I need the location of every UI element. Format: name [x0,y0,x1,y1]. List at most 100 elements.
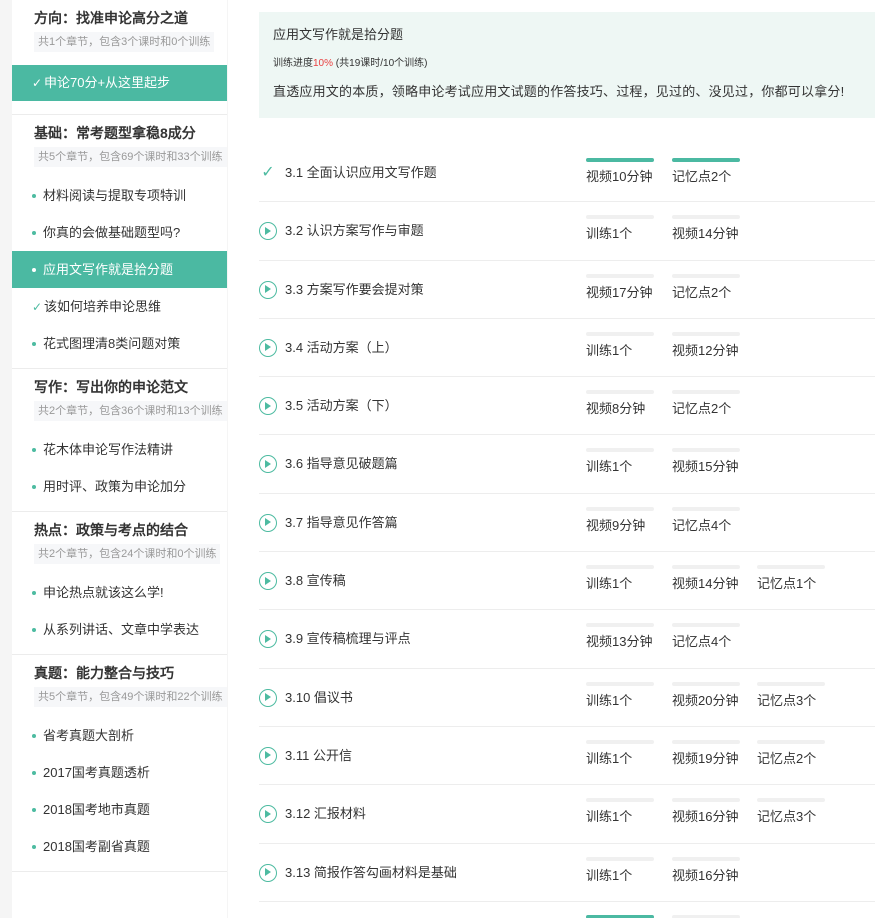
sidebar-section: 热点：政策与考点的结合 共2个章节，包含24个课时和0个训练 申论热点就该这么学! 从… [12,512,227,655]
sidebar-item[interactable]: 材料阅读与提取专项特训 [12,177,227,214]
lesson-row[interactable]: 3.2 认识方案写作与审题 训练1个 视频14分钟 [259,202,875,261]
play-icon[interactable] [259,513,277,532]
sidebar-item[interactable]: ✓ 申论70分+从这里起步 [12,65,227,101]
lesson-row[interactable] [259,902,875,918]
lesson-row[interactable]: 3.4 活动方案（上） 训练1个 视频12分钟 [259,319,875,378]
tag-progress-bar [672,798,740,803]
sidebar-item[interactable]: 花木体申论写作法精讲 [12,431,227,468]
sidebar-item[interactable]: 从系列讲话、文章中学表达 [12,611,227,648]
tag-label: 记忆点2个 [672,401,732,417]
lesson-tag: 记忆点2个 [672,390,740,418]
lesson-tag: 视频12分钟 [672,331,740,360]
sidebar-item[interactable]: 2018国考地市真题 [12,791,227,828]
lesson-title[interactable]: 3.9 宣传稿梳理与评点 [285,630,411,648]
lesson-tag: 记忆点3个 [757,681,825,710]
lesson-tag: 记忆点4个 [672,623,740,651]
tag-label: 训练1个 [586,867,633,883]
sidebar-item[interactable]: 2017国考真题透析 [12,754,227,791]
lesson-title[interactable]: 3.5 活动方案（下） [285,397,398,415]
lesson-tag: 训练1个 [586,681,654,710]
sidebar-item[interactable]: 用时评、政策为申论加分 [12,468,227,505]
tag-progress-bar [757,565,825,570]
lesson-row[interactable]: 3.5 活动方案（下） 视频8分钟 记忆点2个 [259,377,875,436]
lesson-title[interactable]: 3.13 简报作答勾画材料是基础 [285,864,457,882]
play-icon[interactable] [259,222,277,241]
tag-progress-bar [757,739,825,744]
lesson-row[interactable]: 3.10 倡议书 训练1个 视频20分钟 记忆点3个 [259,669,875,727]
play-icon[interactable] [259,863,277,882]
tag-label: 视频8分钟 [586,401,646,417]
lesson-tag: 训练1个 [586,739,654,768]
sidebar-item[interactable]: 申论热点就该这么学! [12,574,227,611]
tag-progress-bar [672,331,740,336]
tag-progress-bar [757,798,825,803]
play-icon[interactable] [259,572,277,591]
tag-progress-bar [586,331,654,336]
lesson-tag: 记忆点1个 [757,565,825,593]
sidebar-item[interactable]: 2018国考副省真题 [12,828,227,865]
lesson-row[interactable]: ✓ 3.1 全面认识应用文写作题 视频10分钟 记忆点2个 [259,144,875,203]
lesson-title[interactable]: 3.3 方案写作要会提对策 [285,281,424,299]
tag-progress-bar [672,565,740,570]
lesson-row[interactable]: 3.8 宣传稿 训练1个 视频14分钟 记忆点1个 [259,552,875,611]
sidebar-item[interactable]: 应用文写作就是拾分题 [12,251,227,288]
sidebar-section: 写作：写出你的申论范文 共2个章节，包含36个课时和13个训练 花木体申论写作法精讲… [12,369,227,512]
play-icon[interactable] [259,746,277,765]
sidebar-item-label: 申论70分+从这里起步 [44,75,171,90]
lesson-title[interactable]: 3.4 活动方案（上） [285,339,398,357]
lesson-title[interactable]: 3.1 全面认识应用文写作题 [285,164,437,182]
lesson-tag: 视频15分钟 [672,448,740,476]
lesson-tag: 视频16分钟 [672,856,740,885]
tag-label: 视频16分钟 [672,809,739,825]
tag-progress-fill [672,158,740,162]
lesson-title[interactable]: 3.8 宣传稿 [285,572,346,590]
sidebar-item[interactable]: 省考真题大剖析 [12,717,227,754]
lesson-row[interactable]: 3.6 指导意见破题篇 训练1个 视频15分钟 [259,435,875,494]
sidebar-section: 基础：常考题型拿稳8成分 共5个章节，包含69个课时和33个训练 材料阅读与提取专项… [12,115,227,369]
lesson-row[interactable]: 3.13 简报作答勾画材料是基础 训练1个 视频16分钟 [259,844,875,902]
sidebar-item[interactable]: ✓ 该如何培养申论思维 [12,288,227,325]
tag-label: 训练1个 [586,692,633,708]
play-icon[interactable] [259,397,277,416]
sidebar-item[interactable]: 花式图理清8类问题对策 [12,325,227,362]
progress-label: 训练进度 [273,58,313,69]
play-icon[interactable] [259,805,277,824]
lesson-row[interactable]: 3.7 指导意见作答篇 视频9分钟 记忆点4个 [259,494,875,553]
tag-label: 记忆点1个 [757,576,817,592]
sidebar-item-label: 应用文写作就是拾分题 [43,262,174,277]
lesson-tag: 视频19分钟 [672,739,740,768]
lesson-title[interactable]: 3.7 指导意见作答篇 [285,514,398,532]
lesson-title[interactable]: 3.2 认识方案写作与审题 [285,222,424,240]
bullet-icon [32,193,36,198]
play-icon[interactable] [259,280,277,299]
lesson-title[interactable]: 3.12 汇报材料 [285,805,366,823]
lesson-row[interactable]: 3.9 宣传稿梳理与评点 视频13分钟 记忆点4个 [259,610,875,669]
lesson-row[interactable]: 3.11 公开信 训练1个 视频19分钟 记忆点2个 [259,727,875,786]
check-icon: ✓ [32,300,43,314]
play-icon[interactable] [259,338,277,357]
tag-label: 视频9分钟 [586,517,646,533]
lesson-title[interactable]: 3.11 公开信 [285,747,352,765]
lesson-tag: 视频17分钟 [586,273,654,302]
play-icon[interactable] [259,688,277,707]
sidebar-item-label: 2017国考真题透析 [43,765,150,780]
sidebar-item[interactable]: 你真的会做基础题型吗? [12,214,227,251]
tag-progress-bar [586,273,654,278]
lesson-tag: 视频13分钟 [586,623,654,651]
section-title: 热点：政策与考点的结合 [34,522,188,538]
bullet-icon [32,484,36,489]
tag-progress-bar [672,273,740,278]
lesson-title[interactable]: 3.10 倡议书 [285,689,353,707]
lesson-tag: 视频16分钟 [672,798,740,826]
lesson-row[interactable]: 3.12 汇报材料 训练1个 视频16分钟 记忆点3个 [259,785,875,844]
section-summary: 共5个章节，包含69个课时和33个训练 [34,147,227,167]
lesson-title[interactable]: 3.6 指导意见破题篇 [285,455,398,473]
lesson-row[interactable]: 3.3 方案写作要会提对策 视频17分钟 记忆点2个 [259,261,875,319]
tag-progress-bar [586,856,654,861]
play-icon[interactable] [259,455,277,474]
play-icon[interactable] [259,630,277,649]
lesson-tag: 视频8分钟 [586,390,654,418]
tag-progress-bar [757,681,825,686]
bullet-icon [32,447,36,452]
